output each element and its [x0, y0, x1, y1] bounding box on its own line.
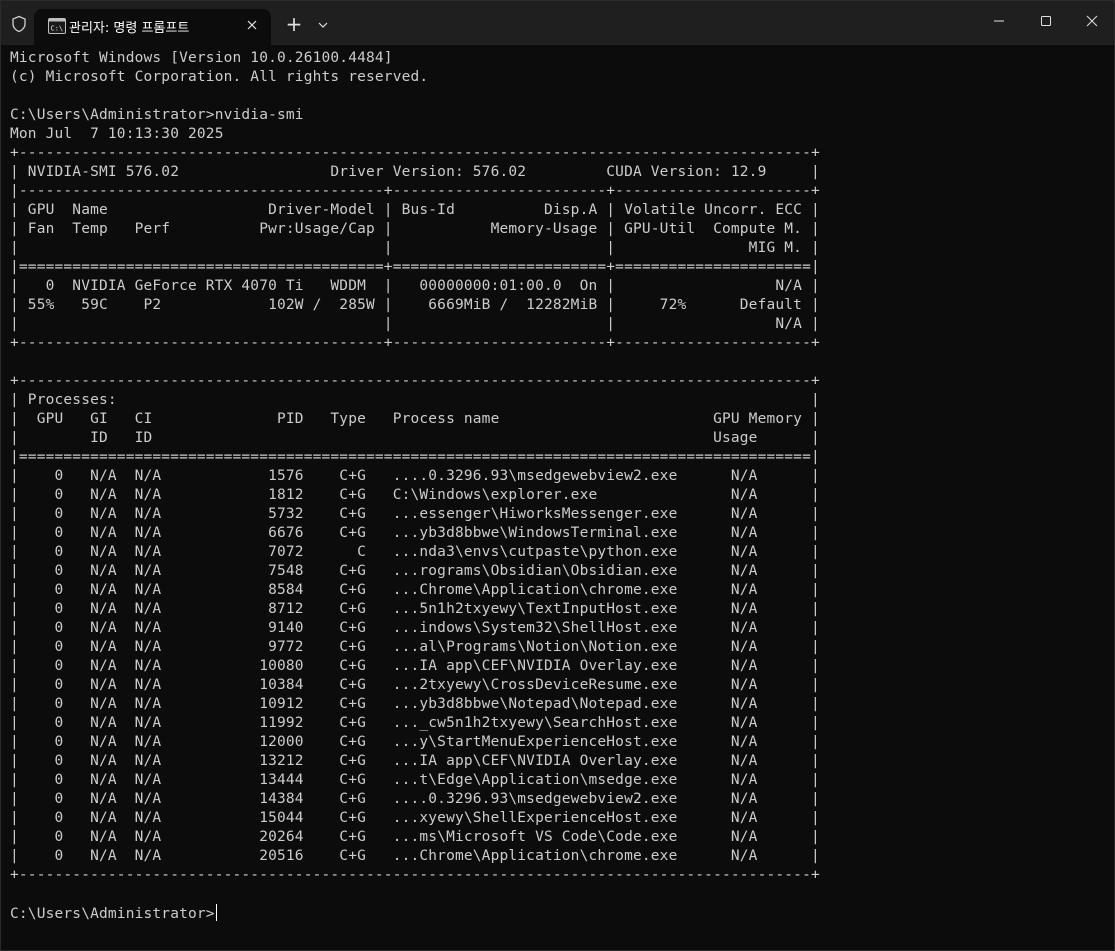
- maximize-icon: [1041, 16, 1051, 26]
- terminal-window: C:\ 관리자: 명령 프롬프트 + Microsoft Windows [Ve…: [0, 0, 1115, 951]
- prompt-text: C:\Users\Administrator>: [10, 906, 215, 922]
- close-window-button[interactable]: [1069, 1, 1115, 41]
- tab-title: 관리자: 명령 프롬프트: [69, 21, 190, 36]
- terminal-line: | 0 N/A N/A 8712 C+G ...5n1h2txyewy\Text…: [10, 601, 820, 617]
- minimize-button[interactable]: [976, 1, 1022, 41]
- terminal-line: | 0 N/A N/A 7548 C+G ...rograms\Obsidian…: [10, 563, 820, 579]
- terminal-line: | 0 N/A N/A 11992 C+G ..._cw5n1h2txyewy\…: [10, 715, 820, 731]
- terminal-line: | 0 N/A N/A 20516 C+G ...Chrome\Applicat…: [10, 848, 820, 864]
- terminal-output[interactable]: Microsoft Windows [Version 10.0.26100.44…: [10, 49, 1106, 944]
- title-bar[interactable]: C:\ 관리자: 명령 프롬프트 +: [1, 1, 1114, 45]
- text-cursor: [215, 904, 217, 921]
- terminal-line: | Processes: |: [10, 392, 820, 408]
- shield-icon: [10, 15, 28, 33]
- terminal-line: | 0 N/A N/A 10912 C+G ...yb3d8bbwe\Notep…: [10, 696, 820, 712]
- terminal-line: | 0 N/A N/A 1812 C+G C:\Windows\explorer…: [10, 487, 820, 503]
- terminal-line: |=======================================…: [10, 449, 820, 465]
- terminal-line: | NVIDIA-SMI 576.02 Driver Version: 576.…: [10, 164, 820, 180]
- terminal-line: | GPU Name Driver-Model | Bus-Id Disp.A …: [10, 202, 820, 218]
- terminal-line: | 0 N/A N/A 1576 C+G ....0.3296.93\msedg…: [10, 468, 820, 484]
- terminal-line: | Fan Temp Perf Pwr:Usage/Cap | Memory-U…: [10, 221, 820, 237]
- terminal-line: Microsoft Windows [Version 10.0.26100.44…: [10, 50, 393, 66]
- terminal-line: | 0 N/A N/A 6676 C+G ...yb3d8bbwe\Window…: [10, 525, 820, 541]
- terminal-line: (c) Microsoft Corporation. All rights re…: [10, 69, 429, 85]
- terminal-line: | 0 N/A N/A 8584 C+G ...Chrome\Applicati…: [10, 582, 820, 598]
- terminal-line: C:\Users\Administrator>nvidia-smi: [10, 107, 304, 123]
- terminal-line: | | | MIG M. |: [10, 240, 820, 256]
- terminal-line: | 0 N/A N/A 7072 C ...nda3\envs\cutpaste…: [10, 544, 820, 560]
- terminal-line: |---------------------------------------…: [10, 183, 820, 199]
- close-icon: [247, 20, 257, 30]
- terminal-line: | 0 N/A N/A 12000 C+G ...y\StartMenuExpe…: [10, 734, 820, 750]
- terminal-line: |=======================================…: [10, 259, 820, 275]
- close-icon: [1086, 15, 1098, 27]
- new-tab-button[interactable]: +: [282, 13, 306, 37]
- terminal-line: +---------------------------------------…: [10, 373, 820, 389]
- terminal-line: | 0 N/A N/A 9772 C+G ...al\Programs\Noti…: [10, 639, 820, 655]
- terminal-line: | 0 N/A N/A 10080 C+G ...IA app\CEF\NVID…: [10, 658, 820, 674]
- terminal-line: | 0 N/A N/A 9140 C+G ...indows\System32\…: [10, 620, 820, 636]
- terminal-line: | 55% 59C P2 102W / 285W | 6669MiB / 122…: [10, 297, 820, 313]
- terminal-line: | 0 N/A N/A 10384 C+G ...2txyewy\CrossDe…: [10, 677, 820, 693]
- terminal-line: +---------------------------------------…: [10, 145, 820, 161]
- terminal-line: | | | N/A |: [10, 316, 820, 332]
- tab-dropdown-button[interactable]: [313, 15, 333, 35]
- terminal-line: Mon Jul 7 10:13:30 2025: [10, 126, 224, 142]
- terminal-line: | 0 N/A N/A 5732 C+G ...essenger\Hiworks…: [10, 506, 820, 522]
- command-prompt-line[interactable]: C:\Users\Administrator>: [10, 904, 1106, 923]
- svg-text:C:\: C:\: [51, 25, 64, 33]
- close-tab-button[interactable]: [242, 15, 262, 35]
- command-prompt-icon: C:\: [48, 18, 66, 34]
- maximize-button[interactable]: [1023, 1, 1069, 41]
- terminal-line: | 0 N/A N/A 20264 C+G ...ms\Microsoft VS…: [10, 829, 820, 845]
- terminal-line: | 0 N/A N/A 15044 C+G ...xyewy\ShellExpe…: [10, 810, 820, 826]
- terminal-line: +---------------------------------------…: [10, 867, 820, 883]
- minimize-icon: [994, 20, 1004, 22]
- terminal-line: | 0 NVIDIA GeForce RTX 4070 Ti WDDM | 00…: [10, 278, 820, 294]
- terminal-line: | GPU GI CI PID Type Process name GPU Me…: [10, 411, 820, 427]
- terminal-line: | 0 N/A N/A 13212 C+G ...IA app\CEF\NVID…: [10, 753, 820, 769]
- chevron-down-icon: [318, 22, 328, 28]
- terminal-line: +---------------------------------------…: [10, 335, 820, 351]
- terminal-line: | 0 N/A N/A 13444 C+G ...t\Edge\Applicat…: [10, 772, 820, 788]
- tab-command-prompt[interactable]: C:\ 관리자: 명령 프롬프트: [34, 9, 271, 45]
- terminal-line: | ID ID Usage |: [10, 430, 820, 446]
- terminal-line: | 0 N/A N/A 14384 C+G ....0.3296.93\msed…: [10, 791, 820, 807]
